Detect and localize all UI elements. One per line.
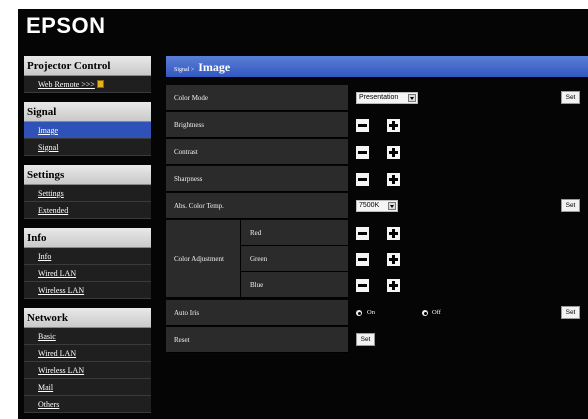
sidebar-section-title: Projector Control <box>24 56 151 76</box>
abs-color-temp-value: 7500K <box>359 202 380 209</box>
sidebar-section-title: Signal <box>24 102 151 122</box>
row-color-adjustment: Color Adjustment Red Green Blue <box>166 220 588 299</box>
sidebar-section-title: Info <box>24 228 151 248</box>
sidebar-item-info-wired-lan[interactable]: Wired LAN <box>24 265 151 282</box>
blue-label: Blue <box>241 272 348 298</box>
sidebar-section-projector-control: Projector Control Web Remote >>> <box>24 56 151 93</box>
content-panel: Signal > Image Color Mode Presentation S… <box>166 56 588 419</box>
auto-iris-set-button[interactable]: Set <box>561 306 580 319</box>
sidebar-item-label: Web Remote >>> <box>38 80 95 89</box>
sharpness-plus-button[interactable] <box>387 173 400 186</box>
sidebar-section-title: Network <box>24 308 151 328</box>
contrast-minus-button[interactable] <box>356 146 369 159</box>
blue-minus-button[interactable] <box>356 279 369 292</box>
blue-plus-button[interactable] <box>387 279 400 292</box>
sidebar-item-mail[interactable]: Mail <box>24 379 151 396</box>
green-minus-button[interactable] <box>356 253 369 266</box>
red-label: Red <box>241 220 348 246</box>
auto-iris-on-radio[interactable] <box>356 310 362 316</box>
sidebar-section-network: Network Basic Wired LAN Wireless LAN Mai… <box>24 308 151 413</box>
sidebar-item-settings[interactable]: Settings <box>24 185 151 202</box>
sidebar-section-title: Settings <box>24 165 151 185</box>
sidebar-item-basic[interactable]: Basic <box>24 328 151 345</box>
sidebar-section-settings: Settings Settings Extended <box>24 165 151 219</box>
breadcrumb: Signal > <box>174 67 195 73</box>
color-mode-label: Color Mode <box>166 85 348 111</box>
sidebar-item-extended[interactable]: Extended <box>24 202 151 219</box>
contrast-label: Contrast <box>166 139 348 165</box>
auto-iris-off-label: Off <box>432 309 441 316</box>
brightness-plus-button[interactable] <box>387 119 400 132</box>
auto-iris-off-radio[interactable] <box>422 310 428 316</box>
green-plus-button[interactable] <box>387 253 400 266</box>
remote-control-icon <box>96 80 104 88</box>
epson-logo: EPSON <box>26 13 106 38</box>
sidebar-item-signal[interactable]: Signal <box>24 139 151 156</box>
sharpness-minus-button[interactable] <box>356 173 369 186</box>
reset-label: Reset <box>166 327 348 353</box>
sidebar-item-others[interactable]: Others <box>24 396 151 413</box>
sidebar: Projector Control Web Remote >>> Signal … <box>24 56 151 419</box>
brightness-minus-button[interactable] <box>356 119 369 132</box>
auto-iris-on-label: On <box>367 309 375 316</box>
color-mode-select[interactable]: Presentation <box>356 92 418 104</box>
red-plus-button[interactable] <box>387 227 400 240</box>
page-title: Image <box>198 60 231 74</box>
chevron-down-icon <box>388 202 396 210</box>
color-mode-set-button[interactable]: Set <box>561 91 580 104</box>
abs-color-temp-select[interactable]: 7500K <box>356 200 398 212</box>
abs-color-temp-set-button[interactable]: Set <box>561 199 580 212</box>
chevron-down-icon <box>408 94 416 102</box>
sidebar-item-info[interactable]: Info <box>24 248 151 265</box>
sharpness-label: Sharpness <box>166 166 348 192</box>
color-mode-value: Presentation <box>359 94 399 101</box>
sidebar-section-signal: Signal Image Signal <box>24 102 151 156</box>
green-label: Green <box>241 246 348 272</box>
brightness-label: Brightness <box>166 112 348 138</box>
sidebar-item-info-wireless-lan[interactable]: Wireless LAN <box>24 282 151 299</box>
sidebar-item-image[interactable]: Image <box>24 122 151 139</box>
red-minus-button[interactable] <box>356 227 369 240</box>
sidebar-item-network-wireless-lan[interactable]: Wireless LAN <box>24 362 151 379</box>
contrast-plus-button[interactable] <box>387 146 400 159</box>
sidebar-item-web-remote[interactable]: Web Remote >>> <box>24 76 151 93</box>
projector-web-ui: EPSON Projector Control Web Remote >>> S… <box>18 9 588 419</box>
color-adjustment-label: Color Adjustment <box>166 220 241 298</box>
page-header: Signal > Image <box>166 56 588 77</box>
sidebar-item-network-wired-lan[interactable]: Wired LAN <box>24 345 151 362</box>
auto-iris-label: Auto Iris <box>166 300 348 326</box>
reset-set-button[interactable]: Set <box>356 333 375 346</box>
abs-color-temp-label: Abs. Color Temp. <box>166 193 348 219</box>
sidebar-section-info: Info Info Wired LAN Wireless LAN <box>24 228 151 299</box>
